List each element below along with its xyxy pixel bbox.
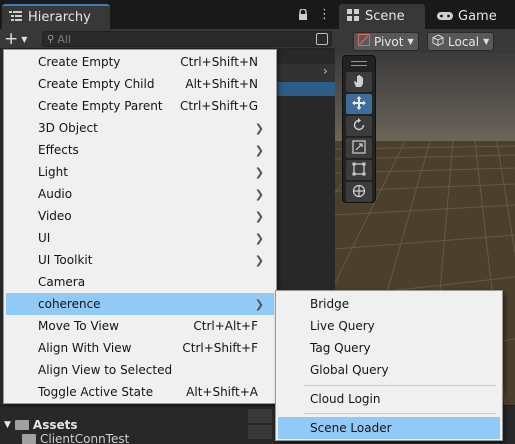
hierarchy-list-icon — [9, 10, 22, 25]
menu-shortcut: Alt+Shift+A — [186, 385, 258, 399]
chevron-right-icon: ❯ — [254, 253, 264, 267]
hierarchy-tabbar: Hierarchy ⋮ — [0, 0, 335, 29]
chevron-right-icon: ❯ — [254, 209, 264, 223]
menu-item-align-view-to-selected[interactable]: Align View to Selected — [6, 359, 274, 381]
project-item-thumbnail[interactable] — [248, 425, 272, 439]
chevron-right-icon: ❯ — [254, 121, 264, 135]
menu-item-move-to-view[interactable]: Move To View Ctrl+Alt+F — [6, 315, 274, 337]
project-subfolder-row[interactable]: ClientConnTest — [22, 432, 129, 444]
menu-item-video[interactable]: Video ❯ — [6, 205, 274, 227]
subfolder-label: ClientConnTest — [40, 432, 130, 444]
caret-down-icon: ▼ — [407, 37, 414, 46]
submenu-item-cloud-login[interactable]: Cloud Login — [278, 388, 500, 410]
tab-scene[interactable]: Scene — [339, 4, 425, 29]
hierarchy-search-field[interactable]: ⚲ — [42, 31, 332, 47]
submenu-item-tag-query[interactable]: Tag Query — [278, 337, 500, 359]
scene-grid-icon — [347, 9, 359, 24]
hierarchy-selected-row[interactable] — [276, 82, 335, 96]
hierarchy-search-input[interactable] — [57, 32, 288, 46]
project-item-thumbnail[interactable] — [248, 409, 272, 423]
menu-shortcut: Alt+Shift+N — [185, 77, 258, 91]
submenu-separator — [304, 385, 496, 386]
more-options-icon[interactable]: ⋮ — [318, 7, 331, 22]
menu-item-toggle-active-state[interactable]: Toggle Active State Alt+Shift+A — [6, 381, 274, 403]
caret-down-icon: ▼ — [21, 34, 28, 44]
create-context-menu: Create Empty Ctrl+Shift+N Create Empty C… — [3, 49, 277, 404]
transform-tool-button[interactable] — [346, 182, 372, 202]
submenu-item-global-query[interactable]: Global Query — [278, 359, 500, 381]
menu-item-audio[interactable]: Audio ❯ — [6, 183, 274, 205]
menu-item-coherence[interactable]: coherence ❯ — [6, 293, 274, 315]
lock-icon[interactable] — [298, 8, 308, 24]
menu-item-create-empty-parent[interactable]: Create Empty Parent Ctrl+Shift+G — [6, 95, 274, 117]
menu-item-align-with-view[interactable]: Align With View Ctrl+Shift+F — [6, 337, 274, 359]
chevron-right-icon: ❯ — [254, 231, 264, 245]
menu-item-effects[interactable]: Effects ❯ — [6, 139, 274, 161]
submenu-item-bridge[interactable]: Bridge — [278, 293, 500, 315]
local-label: Local — [448, 34, 480, 49]
hierarchy-tab-label: Hierarchy — [28, 10, 91, 25]
scale-tool-button[interactable] — [346, 138, 372, 158]
chevron-right-icon: ❯ — [254, 165, 264, 179]
gamepad-icon — [437, 10, 453, 24]
local-dropdown[interactable]: Local ▼ — [427, 32, 495, 51]
transform-tool-icon — [352, 184, 366, 201]
chevron-right-icon: ❯ — [254, 143, 264, 157]
hand-tool-button[interactable] — [346, 72, 372, 92]
folder-icon — [14, 420, 29, 430]
menu-shortcut: Ctrl+Alt+F — [193, 319, 258, 333]
tab-scene-label: Scene — [365, 9, 405, 24]
pivot-icon — [358, 34, 370, 49]
coherence-submenu: Bridge Live Query Tag Query Global Query… — [275, 290, 503, 441]
tab-game[interactable]: Game — [431, 4, 515, 29]
hierarchy-tab[interactable]: Hierarchy — [2, 4, 110, 29]
scale-tool-icon — [352, 139, 366, 157]
move-tool-button[interactable] — [346, 94, 372, 114]
hierarchy-toolbar: + ▼ ⚲ — [0, 29, 335, 49]
menu-item-light[interactable]: Light ❯ — [6, 161, 274, 183]
menu-shortcut: Ctrl+Shift+F — [182, 341, 258, 355]
menu-item-ui-toolkit[interactable]: UI Toolkit ❯ — [6, 249, 274, 271]
menu-shortcut: Ctrl+Shift+G — [179, 99, 258, 113]
rotate-tool-button[interactable] — [346, 116, 372, 136]
scene-tabbar: Scene Game — [335, 0, 515, 29]
pivot-dropdown[interactable]: Pivot ▼ — [353, 32, 419, 51]
rotate-tool-icon — [352, 117, 366, 135]
scene-tool-palette — [342, 55, 376, 203]
folder-icon — [22, 434, 36, 444]
menu-item-create-empty[interactable]: Create Empty Ctrl+Shift+N — [6, 51, 274, 73]
submenu-item-scene-loader[interactable]: Scene Loader — [278, 417, 500, 439]
chevron-right-icon: ❯ — [254, 297, 264, 311]
local-cube-icon — [432, 34, 444, 49]
caret-down-icon: ▼ — [483, 37, 490, 46]
move-tool-icon — [352, 95, 366, 113]
assets-folder-label: Assets — [32, 418, 78, 432]
create-dropdown-button[interactable]: + ▼ — [4, 30, 34, 48]
rect-tool-button[interactable] — [346, 160, 372, 180]
expand-arrow-icon[interactable]: ▼ — [4, 420, 11, 430]
tab-game-label: Game — [458, 9, 497, 24]
rect-tool-icon — [352, 162, 366, 179]
chevron-right-icon: ❯ — [254, 187, 264, 201]
menu-item-3d-object[interactable]: 3D Object ❯ — [6, 117, 274, 139]
hand-tool-icon — [352, 74, 366, 91]
plus-icon: + — [4, 28, 19, 49]
submenu-separator — [304, 413, 496, 414]
menu-item-ui[interactable]: UI ❯ — [6, 227, 274, 249]
chevron-right-icon: › — [323, 64, 328, 78]
pivot-label: Pivot — [374, 34, 404, 49]
menu-item-create-empty-child[interactable]: Create Empty Child Alt+Shift+N — [6, 73, 274, 95]
palette-grip-handle[interactable] — [351, 61, 367, 66]
scene-filter-icon[interactable] — [316, 33, 328, 45]
scene-toolbar: Pivot ▼ Local ▼ — [335, 29, 515, 53]
menu-shortcut: Ctrl+Shift+N — [180, 55, 258, 69]
project-assets-row[interactable]: ▼ Assets — [4, 418, 78, 432]
search-icon: ⚲ — [47, 33, 55, 45]
submenu-item-live-query[interactable]: Live Query — [278, 315, 500, 337]
menu-item-camera[interactable]: Camera — [6, 271, 274, 293]
